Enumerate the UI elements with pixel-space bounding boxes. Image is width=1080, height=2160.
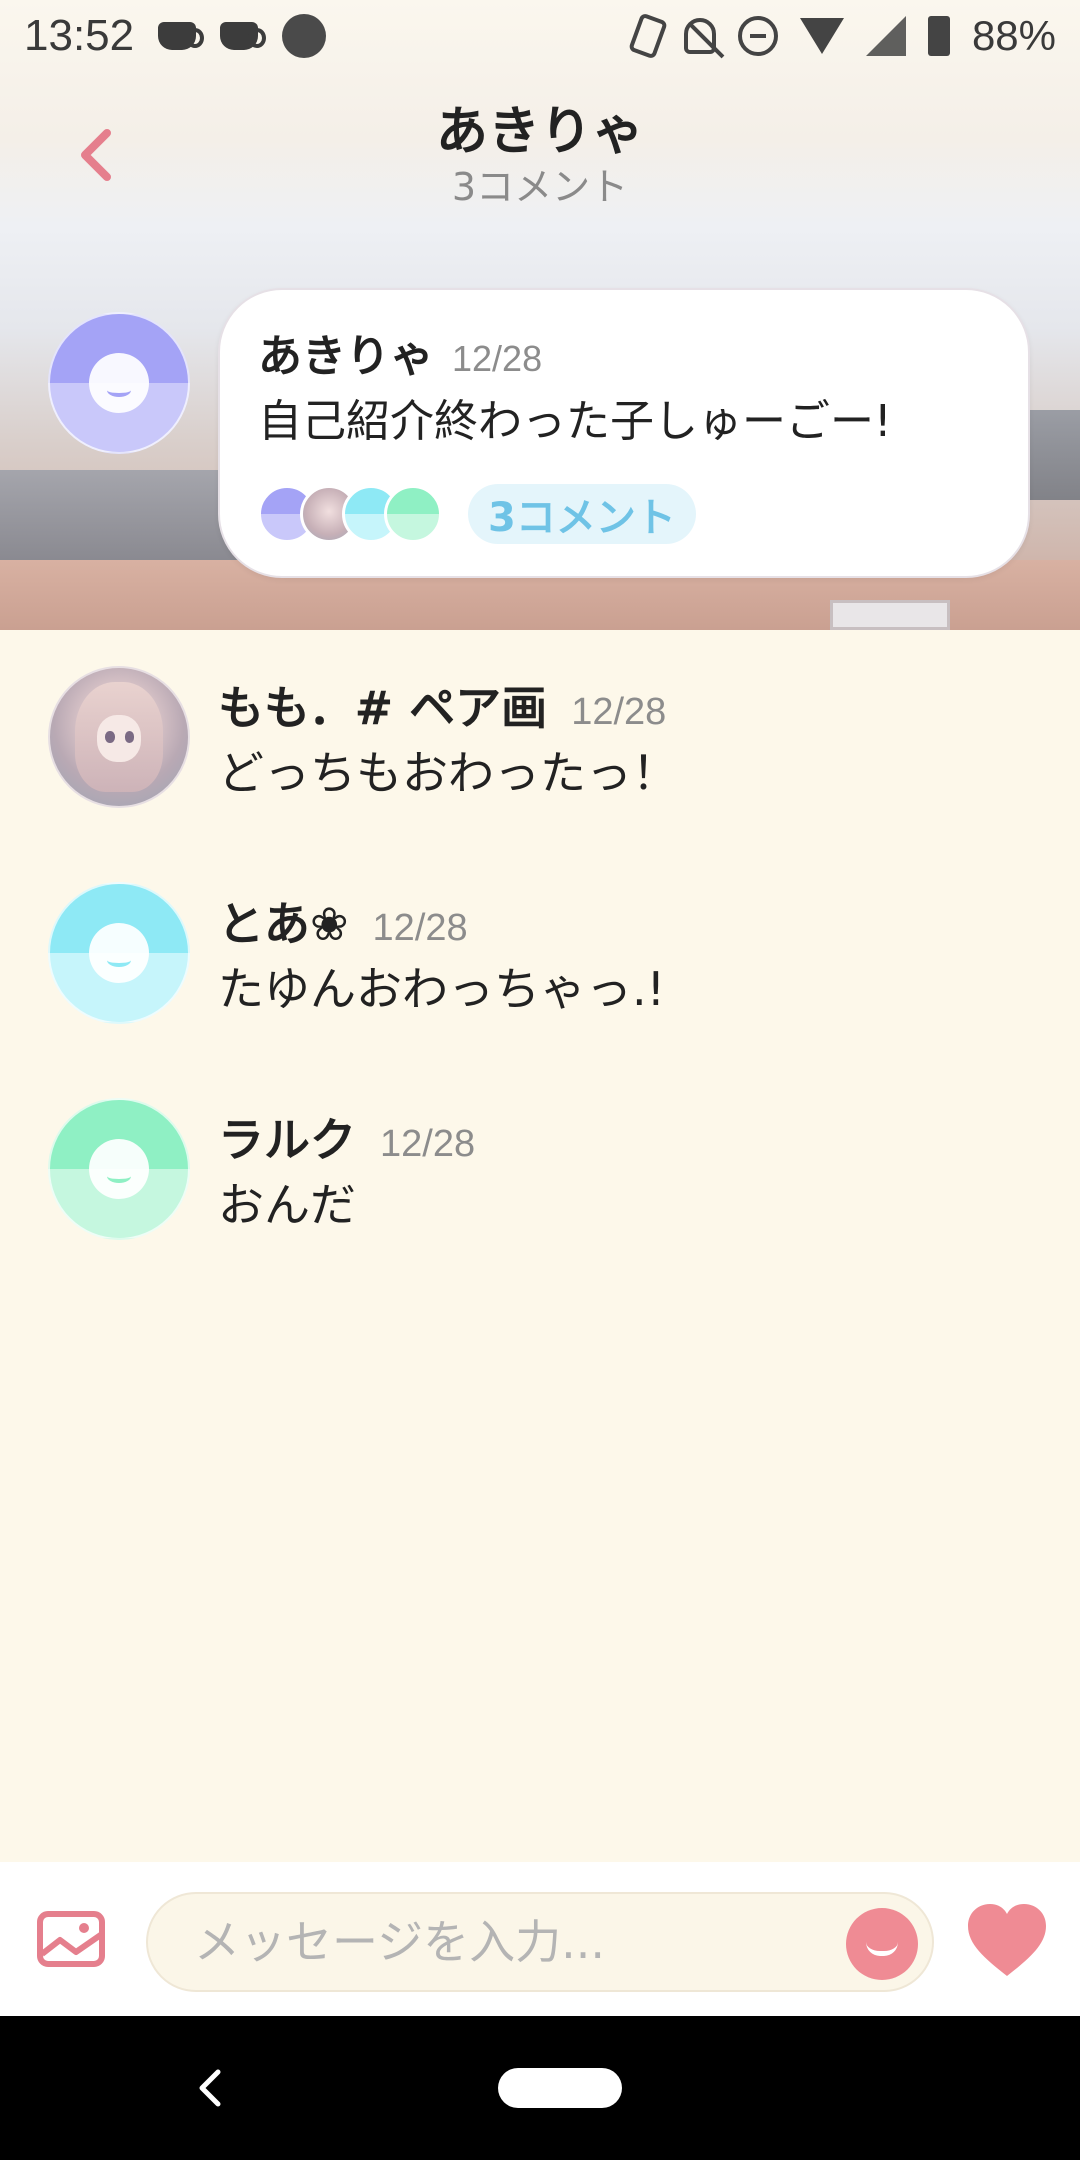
list-item[interactable]: とあ❀ 12/28 たゆんおわっちゃっ.! <box>48 882 1048 1032</box>
comment-count: 3コメント <box>451 165 629 209</box>
status-time: 13:52 <box>24 11 135 60</box>
comment-date: 12/28 <box>571 691 667 733</box>
system-navigation-bar <box>0 2016 1080 2160</box>
cup-icon <box>158 22 205 50</box>
post-text: 自己紹介終わった子しゅーごー! <box>258 396 892 447</box>
comment-date: 12/28 <box>380 1123 476 1165</box>
heart-icon <box>968 1904 1046 1976</box>
battery-percent: 88% <box>971 12 1056 59</box>
avatar-photo <box>48 666 190 808</box>
like-button[interactable] <box>964 1900 1050 1980</box>
comment-text: おんだ <box>218 1178 356 1232</box>
back-button[interactable] <box>60 120 130 190</box>
cell-signal-icon <box>865 16 906 56</box>
comment-text: どっちもおわったっ！ <box>218 746 678 800</box>
battery-icon <box>927 16 950 56</box>
commenter-avatars <box>258 485 442 543</box>
comment-author: ラルク <box>218 1113 356 1167</box>
comment-text: たゆんおわっちゃっ.! <box>218 962 666 1016</box>
comment-author: とあ❀ <box>218 897 349 951</box>
avatar[interactable] <box>48 882 190 1024</box>
comment-author: もも．# ペア画 <box>218 681 548 735</box>
window-shape <box>830 600 950 630</box>
wifi-icon <box>799 18 844 54</box>
do-not-disturb-icon <box>737 16 778 56</box>
post-date: 12/28 <box>452 338 543 379</box>
system-back-button[interactable] <box>190 2064 230 2112</box>
bell-off-icon <box>683 18 716 54</box>
avatar[interactable] <box>48 312 190 454</box>
smiley-icon <box>866 1942 898 1956</box>
avatar <box>384 485 442 543</box>
thread-header: あきりゃ 3コメント <box>0 90 1080 230</box>
status-bar: 13:52 88% <box>0 0 1080 72</box>
list-item[interactable]: もも．# ペア画 12/28 どっちもおわったっ！ <box>48 666 1048 816</box>
avatar[interactable] <box>48 1098 190 1240</box>
circle-icon <box>282 14 327 58</box>
home-pill-button[interactable] <box>498 2068 622 2108</box>
smiley-avatar-icon <box>48 312 190 454</box>
comment-count-chip[interactable]: 3コメント <box>468 484 696 544</box>
avatar[interactable] <box>48 666 190 808</box>
list-item[interactable]: ラルク 12/28 おんだ <box>48 1098 1048 1248</box>
page-title: あきりゃ <box>435 102 644 162</box>
comment-date: 12/28 <box>372 907 468 949</box>
smiley-avatar-icon <box>48 1098 190 1240</box>
post-author: あきりゃ <box>258 331 434 382</box>
message-field[interactable] <box>146 1892 934 1992</box>
message-input[interactable] <box>194 1894 794 1990</box>
parent-post-bubble[interactable]: あきりゃ 12/28 自己紹介終わった子しゅーごー! 3コメント <box>218 288 1030 578</box>
cup-icon <box>220 22 267 50</box>
emoji-button[interactable] <box>846 1908 918 1980</box>
chevron-left-icon <box>81 129 111 181</box>
attach-image-button[interactable] <box>36 1910 106 1968</box>
smiley-avatar-icon <box>48 882 190 1024</box>
image-icon <box>37 1911 105 1967</box>
chevron-left-icon <box>199 2069 221 2107</box>
message-composer <box>0 1862 1080 2016</box>
phone-vibrate-icon <box>627 12 668 60</box>
